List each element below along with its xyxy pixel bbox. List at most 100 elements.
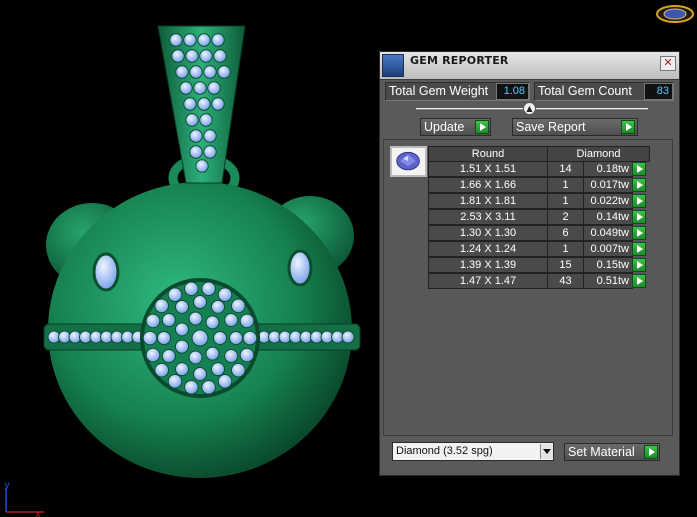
medallion-gem <box>213 331 227 345</box>
table-row[interactable]: 2.53 X 3.11 2 0.14tw <box>428 209 651 225</box>
gem-size-cell: 1.47 X 1.47 <box>428 273 548 289</box>
title-bar[interactable]: GEM REPORTER ✕ <box>380 52 679 80</box>
gem-count-cell: 43 <box>547 273 584 289</box>
gem-weight-cell: 0.049tw <box>583 225 633 241</box>
select-row-go-icon[interactable] <box>632 274 646 288</box>
bail-gem <box>185 113 199 127</box>
update-go-icon[interactable] <box>475 120 489 134</box>
close-button[interactable]: ✕ <box>660 56 676 71</box>
gem-reporter-app-icon <box>382 54 404 77</box>
axis-y-label: y <box>4 480 10 491</box>
medallion-gem <box>167 374 183 389</box>
bail-gem <box>213 49 227 63</box>
medallion-gem <box>161 349 176 363</box>
medallion-gem <box>224 349 239 363</box>
select-row-go-icon[interactable] <box>632 210 646 224</box>
total-gem-count-value: 83 <box>644 83 673 100</box>
gem-count-cell: 1 <box>547 193 584 209</box>
medallion-gem <box>175 299 189 314</box>
save-report-button[interactable]: Save Report <box>512 118 638 136</box>
medallion-gem <box>174 339 189 354</box>
bail-gem <box>175 65 189 79</box>
medallion-gem <box>175 362 189 377</box>
medallion-gem <box>174 322 189 337</box>
medallion-gem <box>224 313 239 327</box>
gem-size-cell: 1.81 X 1.81 <box>428 193 548 209</box>
brand-logo-icon <box>656 5 694 23</box>
save-report-go-icon[interactable] <box>621 120 635 134</box>
select-row-go-icon[interactable] <box>632 242 646 256</box>
axis-gizmo: y x <box>4 480 44 517</box>
select-row-go-icon[interactable] <box>632 226 646 240</box>
bail-gem <box>203 129 217 143</box>
table-row[interactable]: 1.51 X 1.51 14 0.18tw <box>428 161 651 177</box>
bail-gem <box>207 81 221 95</box>
medallion-gem <box>161 313 176 327</box>
gem-size-cell: 1.30 X 1.30 <box>428 225 548 241</box>
band-gem <box>341 330 355 344</box>
pendant-model[interactable] <box>0 0 380 517</box>
medallion-gem <box>191 329 209 347</box>
medallion-gem <box>231 298 246 314</box>
shape-column-header: Round <box>428 146 548 162</box>
medallion-gem <box>239 347 255 363</box>
medallion-gem <box>167 287 183 302</box>
material-column-header: Diamond <box>547 146 650 162</box>
gem-weight-cell: 0.51tw <box>583 273 633 289</box>
medallion-gem <box>193 295 207 309</box>
bail-gem <box>211 97 225 111</box>
gem-size-cell: 1.66 X 1.66 <box>428 177 548 193</box>
gem-weight-cell: 0.017tw <box>583 177 633 193</box>
select-row-go-icon[interactable] <box>632 178 646 192</box>
bail-gem <box>199 113 213 127</box>
bail-gem <box>203 145 217 159</box>
gem-size-cell: 1.24 X 1.24 <box>428 241 548 257</box>
panel-title: GEM REPORTER <box>410 54 509 67</box>
medallion-gem <box>211 299 225 314</box>
bail-gem <box>183 97 197 111</box>
gem-reporter-panel: GEM REPORTER ✕ Total Gem Weight 1.08 Tot… <box>379 51 680 476</box>
bail-gem <box>203 65 217 79</box>
round-gem-icon[interactable] <box>390 146 427 177</box>
gem-weight-cell: 0.022tw <box>583 193 633 209</box>
bail-gem <box>189 65 203 79</box>
medallion-gem <box>201 379 216 395</box>
collapse-toggle-icon[interactable]: ▲ <box>523 102 536 115</box>
medallion-gem <box>157 331 171 345</box>
select-row-go-icon[interactable] <box>632 162 646 176</box>
table-row[interactable]: 1.47 X 1.47 43 0.51tw <box>428 273 651 289</box>
chevron-down-icon[interactable] <box>540 444 553 459</box>
medallion-gem <box>231 362 246 378</box>
bail-gem <box>197 97 211 111</box>
table-row[interactable]: 1.24 X 1.24 1 0.007tw <box>428 241 651 257</box>
medallion-gem <box>193 367 207 381</box>
medallion-gem <box>142 330 158 346</box>
gem-count-cell: 2 <box>547 209 584 225</box>
gem-weight-cell: 0.15tw <box>583 257 633 273</box>
select-row-go-icon[interactable] <box>632 194 646 208</box>
bail-gem <box>193 81 207 95</box>
table-row[interactable]: 1.81 X 1.81 1 0.022tw <box>428 193 651 209</box>
medallion-gem <box>154 298 169 314</box>
gem-size-cell: 1.51 X 1.51 <box>428 161 548 177</box>
medallion-gem <box>188 311 203 326</box>
bail-gem <box>169 33 183 47</box>
material-dropdown[interactable]: Diamond (3.52 spg) <box>392 442 554 461</box>
table-row[interactable]: 1.30 X 1.30 6 0.049tw <box>428 225 651 241</box>
set-material-go-icon[interactable] <box>644 445 658 459</box>
gem-size-cell: 2.53 X 3.11 <box>428 209 548 225</box>
gem-size-cell: 1.39 X 1.39 <box>428 257 548 273</box>
medallion-gems <box>142 281 258 395</box>
right-eye <box>287 249 313 287</box>
select-row-go-icon[interactable] <box>632 258 646 272</box>
bail-gem <box>189 129 203 143</box>
table-row[interactable]: 1.66 X 1.66 1 0.017tw <box>428 177 651 193</box>
left-eye <box>92 252 120 292</box>
medallion-gem <box>184 379 199 395</box>
gem-weight-cell: 0.007tw <box>583 241 633 257</box>
gem-weight-cell: 0.18tw <box>583 161 633 177</box>
table-row[interactable]: 1.39 X 1.39 15 0.15tw <box>428 257 651 273</box>
medallion-gem <box>242 330 258 346</box>
bail-gem <box>197 33 211 47</box>
medallion-gem <box>217 374 233 389</box>
